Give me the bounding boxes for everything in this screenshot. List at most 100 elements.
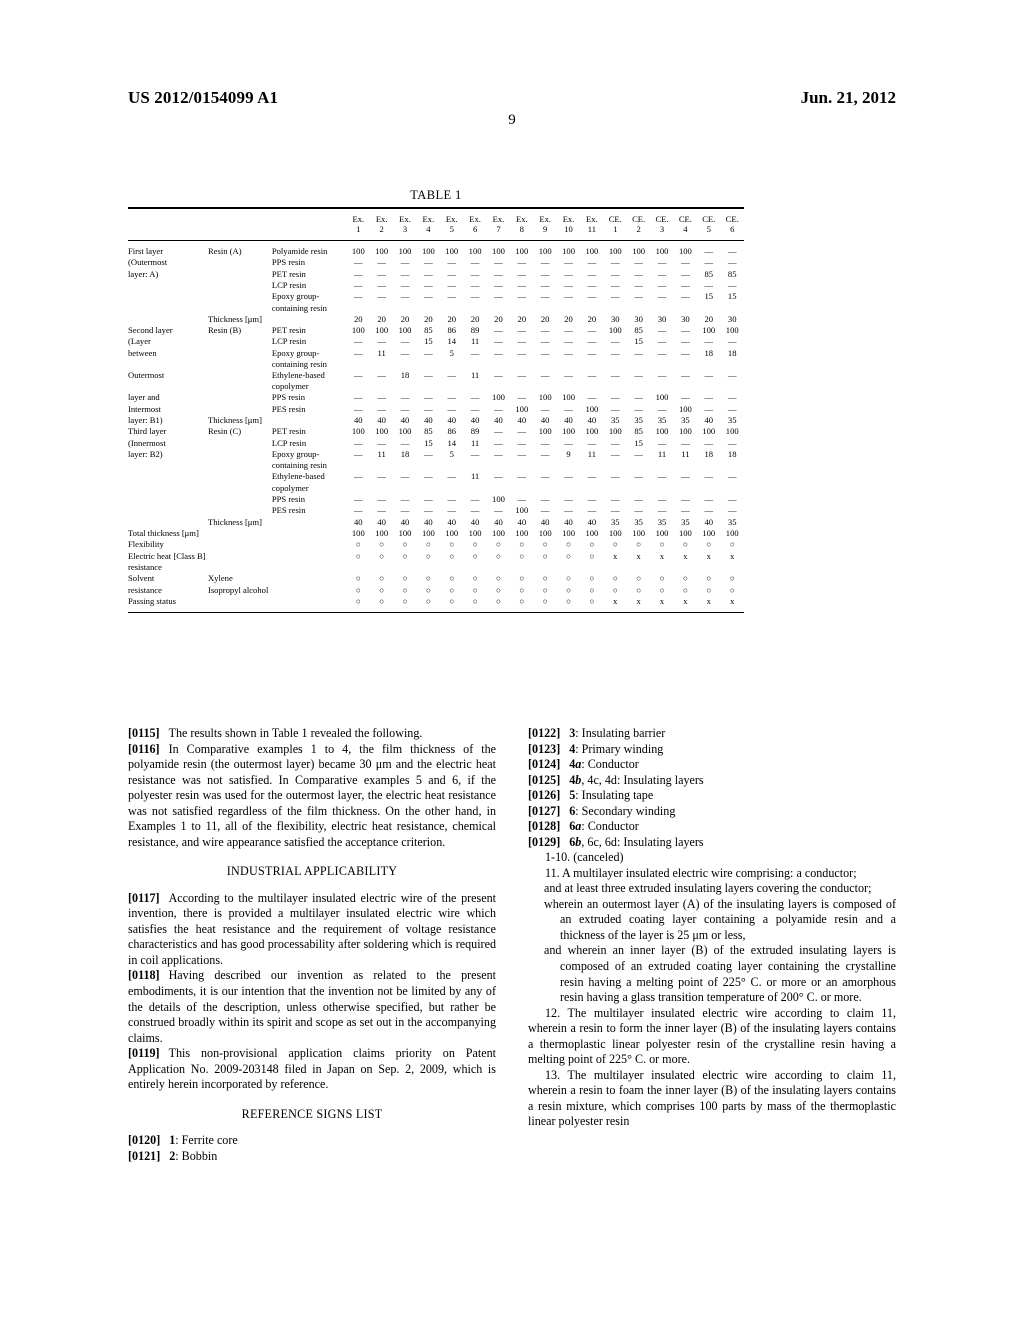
row-label-secondary (208, 348, 272, 370)
table-cell: — (540, 325, 550, 336)
row-label-material: PET resin (271, 426, 306, 437)
table-cell: — (540, 370, 550, 381)
table-row: PES resin — — — — — — — 100 — — — — — — — — — (128, 505, 744, 516)
table-cell: — (540, 437, 550, 448)
table-row: between Epoxy group-containing resin — 11 — —… (128, 348, 744, 370)
table-cell: ○ (355, 574, 361, 584)
row-label-material (272, 562, 347, 573)
table-cell: ○ (425, 585, 431, 595)
table-cell: — (424, 257, 433, 268)
row-label-primary (128, 314, 208, 325)
table-row: resistance Isopropyl alcohol ○ ○ ○ ○ ○ ○ ○ ○ ○ ○ ○ ○ ○… (128, 585, 744, 596)
reference-sign-description: , 6c, 6d: Insulating layers (581, 834, 704, 849)
table-cell: — (727, 437, 737, 448)
table-cell: ○ (425, 574, 431, 584)
table-cell: — (447, 392, 457, 403)
table-cell: ○ (495, 551, 501, 561)
paragraph-text: This non-provisional application claims … (128, 1046, 496, 1092)
table-cell: — (634, 449, 643, 460)
table-cell (440, 562, 463, 573)
table-cell: — (727, 392, 737, 403)
table-cell: 5 (449, 449, 454, 460)
table-cell: 40 (400, 516, 410, 527)
table-cell: 11 (470, 370, 480, 381)
row-label-material: LCP resin (271, 437, 307, 448)
paragraph-number: [0120] (128, 1133, 161, 1148)
table-cell: ○ (636, 540, 642, 550)
table-cell: — (657, 280, 667, 290)
table-cell: 40 (377, 516, 386, 527)
table-cell: — (540, 493, 550, 504)
table-cell: — (517, 449, 527, 460)
table-cell: — (377, 403, 386, 414)
row-label-material: PES resin (271, 505, 306, 516)
paragraph-number: [0124] (528, 757, 561, 772)
row-label-primary: Solvent (128, 573, 155, 584)
table-cell: 40 (354, 516, 363, 527)
row-label-secondary: Thickness [μm] (207, 516, 262, 527)
table-cell: — (400, 493, 410, 504)
table-cell: — (564, 347, 573, 358)
table-1: Ex. Ex. Ex. Ex. Ex. Ex. Ex. Ex. Ex. Ex. Ex. CE. CE. C… (128, 207, 744, 614)
table-cell: — (494, 370, 503, 381)
table-cell: — (657, 505, 667, 516)
table-cell: ○ (402, 574, 408, 584)
table-row: LCP resin — — — — — — — — — — — — — — — — — (128, 280, 744, 291)
table-cell (674, 562, 697, 573)
table-cell: 20 (377, 313, 386, 324)
table-cell: — (494, 471, 503, 482)
table-cell: — (470, 493, 480, 504)
paragraph-0115: [0115] The results shown in Table 1 revea… (128, 726, 496, 742)
table-cell: — (517, 291, 527, 302)
table-cell: 15 (634, 437, 643, 448)
column-header-group: CE. (725, 214, 739, 224)
table-cell: — (587, 392, 597, 403)
table-cell: 35 (610, 415, 620, 426)
table-cell: 20 (447, 313, 457, 324)
table-cell: — (540, 347, 550, 358)
table-cell (463, 562, 486, 573)
table-cell: 89 (470, 325, 480, 336)
table-row: (Outermost PPS resin — — — — — — — — — — — — — — — — — (128, 257, 744, 268)
table-cell: — (564, 268, 573, 279)
row-label-material (272, 415, 347, 426)
table-cell: 100 (562, 392, 575, 403)
table-cell: ○ (659, 540, 665, 550)
table-cell: — (704, 245, 714, 256)
table-cell: 100 (538, 426, 552, 437)
table-cell: 85 (727, 268, 737, 279)
table-cell: — (377, 370, 386, 381)
table-cell: — (377, 257, 386, 268)
table-cell: — (704, 493, 714, 504)
table-cell: — (470, 403, 480, 414)
table-cell: — (727, 403, 737, 414)
table-cell: 14 (447, 437, 457, 448)
column-header-group: Ex. (352, 214, 365, 224)
table-cell: — (424, 347, 433, 358)
table-cell: 40 (494, 516, 503, 527)
table-cell: 100 (398, 325, 412, 336)
table-cell: — (377, 268, 386, 279)
table-cell: — (564, 257, 573, 268)
row-label-primary (128, 291, 208, 313)
table-cell: 100 (515, 403, 529, 414)
column-header-index: 2 (636, 224, 641, 235)
table-cell: — (517, 336, 527, 347)
table-cell: — (564, 291, 573, 302)
table-cell: 15 (634, 336, 643, 347)
table-cell: ○ (472, 585, 478, 595)
reference-sign-item: [0126] 5: Insulating tape (528, 788, 896, 804)
claim-11-sub-3: and wherein an inner layer (B) of the ex… (544, 943, 896, 1005)
row-label-primary (128, 517, 208, 528)
table-cell: — (610, 370, 620, 381)
row-label-secondary (208, 494, 272, 505)
table-cell: 100 (632, 245, 646, 256)
table-cell: 100 (375, 325, 389, 336)
table-cell: 40 (587, 516, 597, 527)
table-cell: — (681, 437, 690, 448)
table-row: Third layer Resin (C) PET resin 100 100 100 85… (128, 426, 744, 437)
table-cell: ○ (402, 585, 408, 595)
table-cell: — (494, 449, 503, 460)
table-cell: x (683, 551, 688, 561)
table-cell: — (494, 291, 503, 302)
